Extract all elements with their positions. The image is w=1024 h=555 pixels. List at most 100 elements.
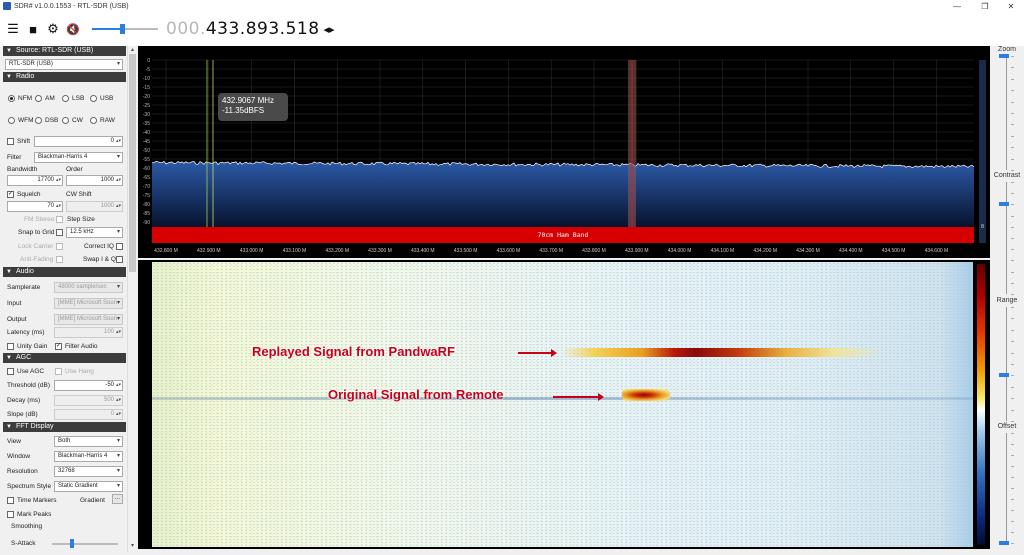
bandwidth-input[interactable]: 17700 ▴▾ [7, 175, 63, 186]
band-plan-bar: 70cm Ham Band [152, 227, 974, 243]
x-tick-label: 432.900 M [197, 248, 221, 254]
offset-slider-thumb[interactable] [999, 541, 1009, 545]
snap-to-grid-checkbox[interactable] [56, 229, 63, 236]
y-tick-label: -15 [143, 85, 150, 91]
slider-tick [1011, 488, 1014, 489]
menu-icon[interactable]: ☰ [6, 21, 20, 37]
threshold-input[interactable]: -50 ▴▾ [54, 380, 123, 391]
zoom-slider-thumb[interactable] [999, 54, 1009, 58]
mute-icon[interactable]: 🔇 [66, 23, 80, 36]
view-label: View [7, 438, 21, 445]
range-label: Range [996, 297, 1018, 304]
slider-tick [1011, 352, 1014, 354]
slider-tick [1011, 147, 1014, 149]
slider-tick [1011, 386, 1014, 388]
audio-section-header[interactable]: ▼ Audio [3, 267, 126, 277]
agc-section-header[interactable]: ▼ AGC [3, 353, 126, 363]
stop-icon[interactable]: ■ [26, 22, 40, 37]
squelch-input[interactable]: 70 ▴▾ [7, 201, 63, 212]
sidebar-scroll-thumb[interactable] [129, 54, 136, 272]
collapse-icon: ▼ [6, 424, 12, 430]
zoom-label: Zoom [998, 46, 1016, 53]
frequency-digits[interactable]: 433.893.518 [206, 19, 320, 39]
mode-radio-nfm[interactable] [8, 95, 15, 102]
chevron-down-icon: ▾ [116, 300, 120, 306]
slider-tick [1011, 421, 1014, 422]
mode-radio-raw[interactable] [90, 117, 97, 124]
threshold-label: Threshold (dB) [7, 382, 50, 389]
mark-peaks-checkbox[interactable] [7, 511, 14, 518]
source-section-header[interactable]: ▼ Source: RTL-SDR (USB) [3, 46, 126, 56]
samplerate-select: 48000 sample/sec ▾ [54, 282, 123, 293]
fft-display-section-header[interactable]: ▼ FFT Display [3, 422, 126, 432]
mode-label-cw: CW [72, 117, 83, 124]
correct-iq-checkbox[interactable] [116, 243, 123, 250]
shift-checkbox[interactable] [7, 138, 14, 145]
x-tick-label: 434.200 M [753, 248, 777, 254]
swap-iq-checkbox[interactable] [116, 256, 123, 263]
offset-slider-track[interactable] [1006, 433, 1007, 543]
spectrum-style-select[interactable]: Static Gradient ▾ [54, 481, 123, 492]
filter-select[interactable]: Blackman-Harris 4 ▾ [34, 152, 123, 163]
decay-input: 500 ▴▾ [54, 395, 123, 406]
spectrum-style-label: Spectrum Style [7, 483, 52, 490]
source-device-select[interactable]: RTL-SDR (USB) ▾ [5, 59, 123, 70]
gear-icon[interactable]: ⚙ [46, 21, 60, 37]
view-select[interactable]: Both ▾ [54, 436, 123, 447]
minimize-button[interactable]: — [944, 0, 970, 12]
mode-radio-am[interactable] [35, 95, 42, 102]
waterfall-field[interactable]: Replayed Signal from PandwaRF Original S… [152, 262, 973, 547]
mode-radio-usb[interactable] [90, 95, 97, 102]
radio-section-header[interactable]: ▼ Radio [3, 72, 126, 82]
s-attack-slider-thumb[interactable] [70, 539, 74, 548]
contrast-slider-thumb[interactable] [999, 202, 1009, 207]
contrast-slider-track[interactable] [1006, 182, 1007, 294]
slider-tick [1011, 543, 1014, 544]
chevron-down-icon: ▾ [116, 483, 120, 489]
window-select[interactable]: Blackman-Harris 4 ▾ [54, 451, 123, 462]
frequency-display[interactable]: 000.433.893.518 [166, 19, 320, 39]
slider-tick [1011, 101, 1014, 103]
close-button[interactable]: ✕ [998, 0, 1024, 12]
y-tick-label: -75 [143, 193, 150, 199]
contrast-label: Contrast [993, 172, 1021, 179]
scroll-down-icon[interactable]: ▾ [128, 542, 137, 549]
unity-gain-checkbox[interactable] [7, 343, 14, 350]
spectrum-analyzer[interactable]: 0 -5 -10 -15 -20 -25 -30 -35 -40 -45 -50 -55 -60 -65 -… [138, 46, 990, 258]
frequency-leading-digits[interactable]: 000. [166, 19, 206, 39]
order-input[interactable]: 1000 ▴▾ [66, 175, 123, 186]
shift-input[interactable]: 0 ▴▾ [34, 136, 123, 147]
resolution-label: Resolution [7, 468, 38, 475]
slider-tick [1011, 124, 1014, 126]
x-tick-label: 433.300 M [368, 248, 392, 254]
y-tick-label: -50 [143, 148, 150, 154]
sidebar-scrollbar[interactable]: ▴ ▾ [127, 46, 136, 552]
squelch-checkbox[interactable]: ✓ [7, 191, 14, 198]
waterfall-display[interactable]: Replayed Signal from PandwaRF Original S… [138, 260, 990, 549]
mode-radio-wfm[interactable] [8, 117, 15, 124]
slider-tick [1011, 307, 1014, 308]
samplerate-label: Samplerate [7, 284, 41, 291]
scroll-up-icon[interactable]: ▴ [128, 46, 137, 53]
s-attack-slider-track[interactable] [52, 543, 118, 545]
resolution-select[interactable]: 32768 ▾ [54, 466, 123, 477]
smoothing-label: Smoothing [11, 523, 43, 530]
use-agc-checkbox[interactable] [7, 368, 14, 375]
time-markers-checkbox[interactable] [7, 497, 14, 504]
range-slider-thumb[interactable] [999, 373, 1009, 378]
slider-tick [1011, 433, 1014, 434]
maximize-button[interactable]: ❐ [972, 0, 998, 12]
zoom-slider-track[interactable] [1006, 56, 1007, 170]
mode-radio-dsb[interactable] [35, 117, 42, 124]
tune-arrows-icon[interactable]: ◂▸ [324, 23, 335, 36]
slider-tick [1011, 521, 1014, 522]
volume-slider[interactable] [92, 24, 158, 34]
range-slider-track[interactable] [1006, 307, 1007, 421]
waterfall-colorbar [977, 264, 985, 545]
x-tick-label: 433.800 M [582, 248, 606, 254]
filter-audio-checkbox[interactable]: ✓ [55, 343, 62, 350]
step-size-select[interactable]: 12.5 kHz ▾ [66, 227, 123, 238]
mode-radio-lsb[interactable] [62, 95, 69, 102]
mode-radio-cw[interactable] [62, 117, 69, 124]
gradient-button[interactable]: ... [112, 494, 123, 504]
